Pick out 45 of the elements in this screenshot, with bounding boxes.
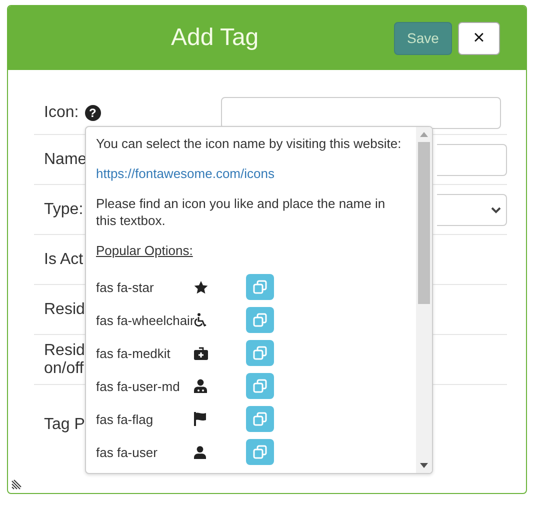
options-heading: Popular Options:	[96, 243, 193, 258]
icon-class-name: fas fa-medkit	[96, 346, 172, 360]
field-label: Tag P	[44, 416, 85, 434]
field-label: Is Act	[44, 250, 84, 268]
popover-text: You can select the icon name by visiting this website:	[96, 135, 402, 152]
icon-class-name: fas fa-user	[96, 444, 158, 460]
close-button[interactable]: ×	[458, 22, 500, 54]
copy-icon	[253, 412, 267, 426]
scroll-up-arrow-icon[interactable]	[420, 132, 428, 137]
copy-icon	[253, 445, 267, 459]
chevron-down-icon	[491, 206, 501, 214]
icon-class-name: fas fa-flag	[96, 412, 154, 426]
copy-button[interactable]	[246, 340, 274, 366]
copy-icon	[253, 280, 267, 294]
wheelchair-icon	[194, 313, 208, 327]
resize-grip-icon[interactable]	[11, 479, 22, 490]
copy-icon	[253, 346, 267, 360]
help-icon[interactable]: ?	[84, 105, 101, 121]
user-icon	[194, 446, 206, 458]
doctor-icon	[194, 379, 207, 393]
copy-button[interactable]	[246, 406, 274, 432]
copy-button[interactable]	[246, 439, 274, 465]
website-link[interactable]: https://fontawesome.com/icons	[96, 166, 274, 181]
dialog-title: Add Tag	[171, 24, 259, 52]
icon-class-name: fas fa-star	[96, 280, 155, 294]
popover-text: Please find an icon you like and place the name in this textbox.	[96, 195, 386, 229]
field-label: Type:	[44, 200, 84, 218]
field-label: Icon:	[44, 104, 79, 122]
field-label: Resid	[44, 300, 85, 318]
copy-icon	[253, 379, 267, 393]
field-label: Resid on/off	[44, 342, 85, 378]
input-field[interactable]	[437, 144, 507, 176]
field-label: Name	[44, 150, 87, 168]
icon-class-name: fas fa-user-md	[96, 378, 181, 394]
copy-button[interactable]	[246, 307, 274, 333]
copy-button[interactable]	[246, 373, 274, 399]
scroll-down-arrow-icon[interactable]	[420, 463, 428, 468]
copy-icon	[253, 313, 267, 327]
icon-class-name: fas fa-wheelchair	[96, 312, 194, 328]
select-field[interactable]	[437, 194, 507, 226]
scrollbar[interactable]	[416, 127, 432, 473]
medkit-icon	[194, 346, 208, 360]
star-icon	[194, 280, 208, 294]
copy-button[interactable]	[246, 274, 274, 300]
flag-icon	[194, 412, 206, 426]
